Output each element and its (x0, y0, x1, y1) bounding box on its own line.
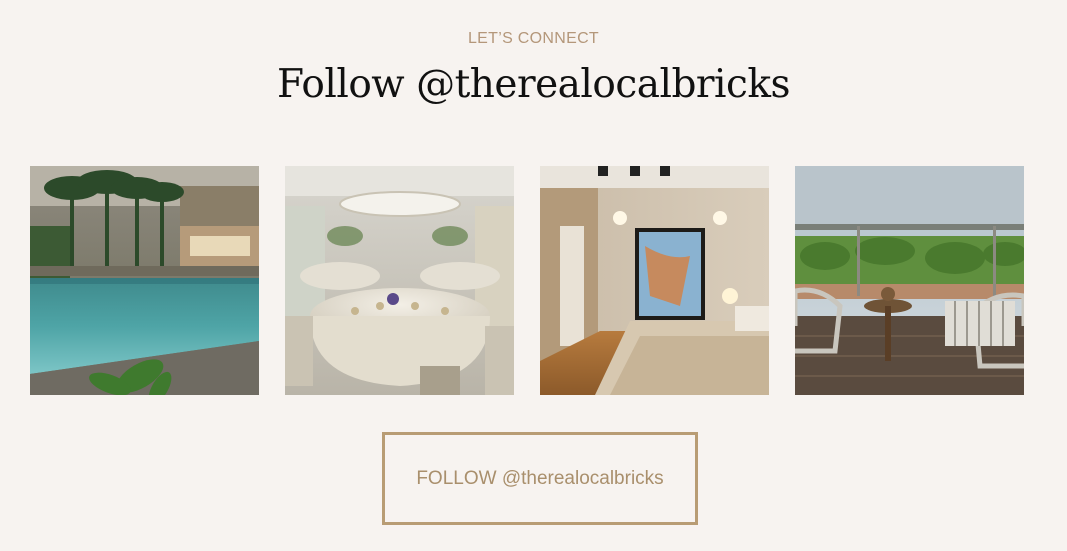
gallery-tile-balcony[interactable] (795, 166, 1024, 395)
balcony-view-image (795, 166, 1024, 395)
gallery-tile-bedroom[interactable] (540, 166, 769, 395)
follow-instagram-button[interactable]: FOLLOW @therealocalbricks (382, 432, 698, 525)
banquet-hall-image (285, 166, 514, 395)
section-title: Follow @therealocalbricks (276, 62, 791, 107)
swimming-pool-image (30, 166, 259, 395)
section-eyebrow: LET’S CONNECT (467, 30, 600, 47)
gallery-tile-pool[interactable] (30, 166, 259, 395)
gallery-tile-banquet[interactable] (285, 166, 514, 395)
bedroom-image (540, 166, 769, 395)
